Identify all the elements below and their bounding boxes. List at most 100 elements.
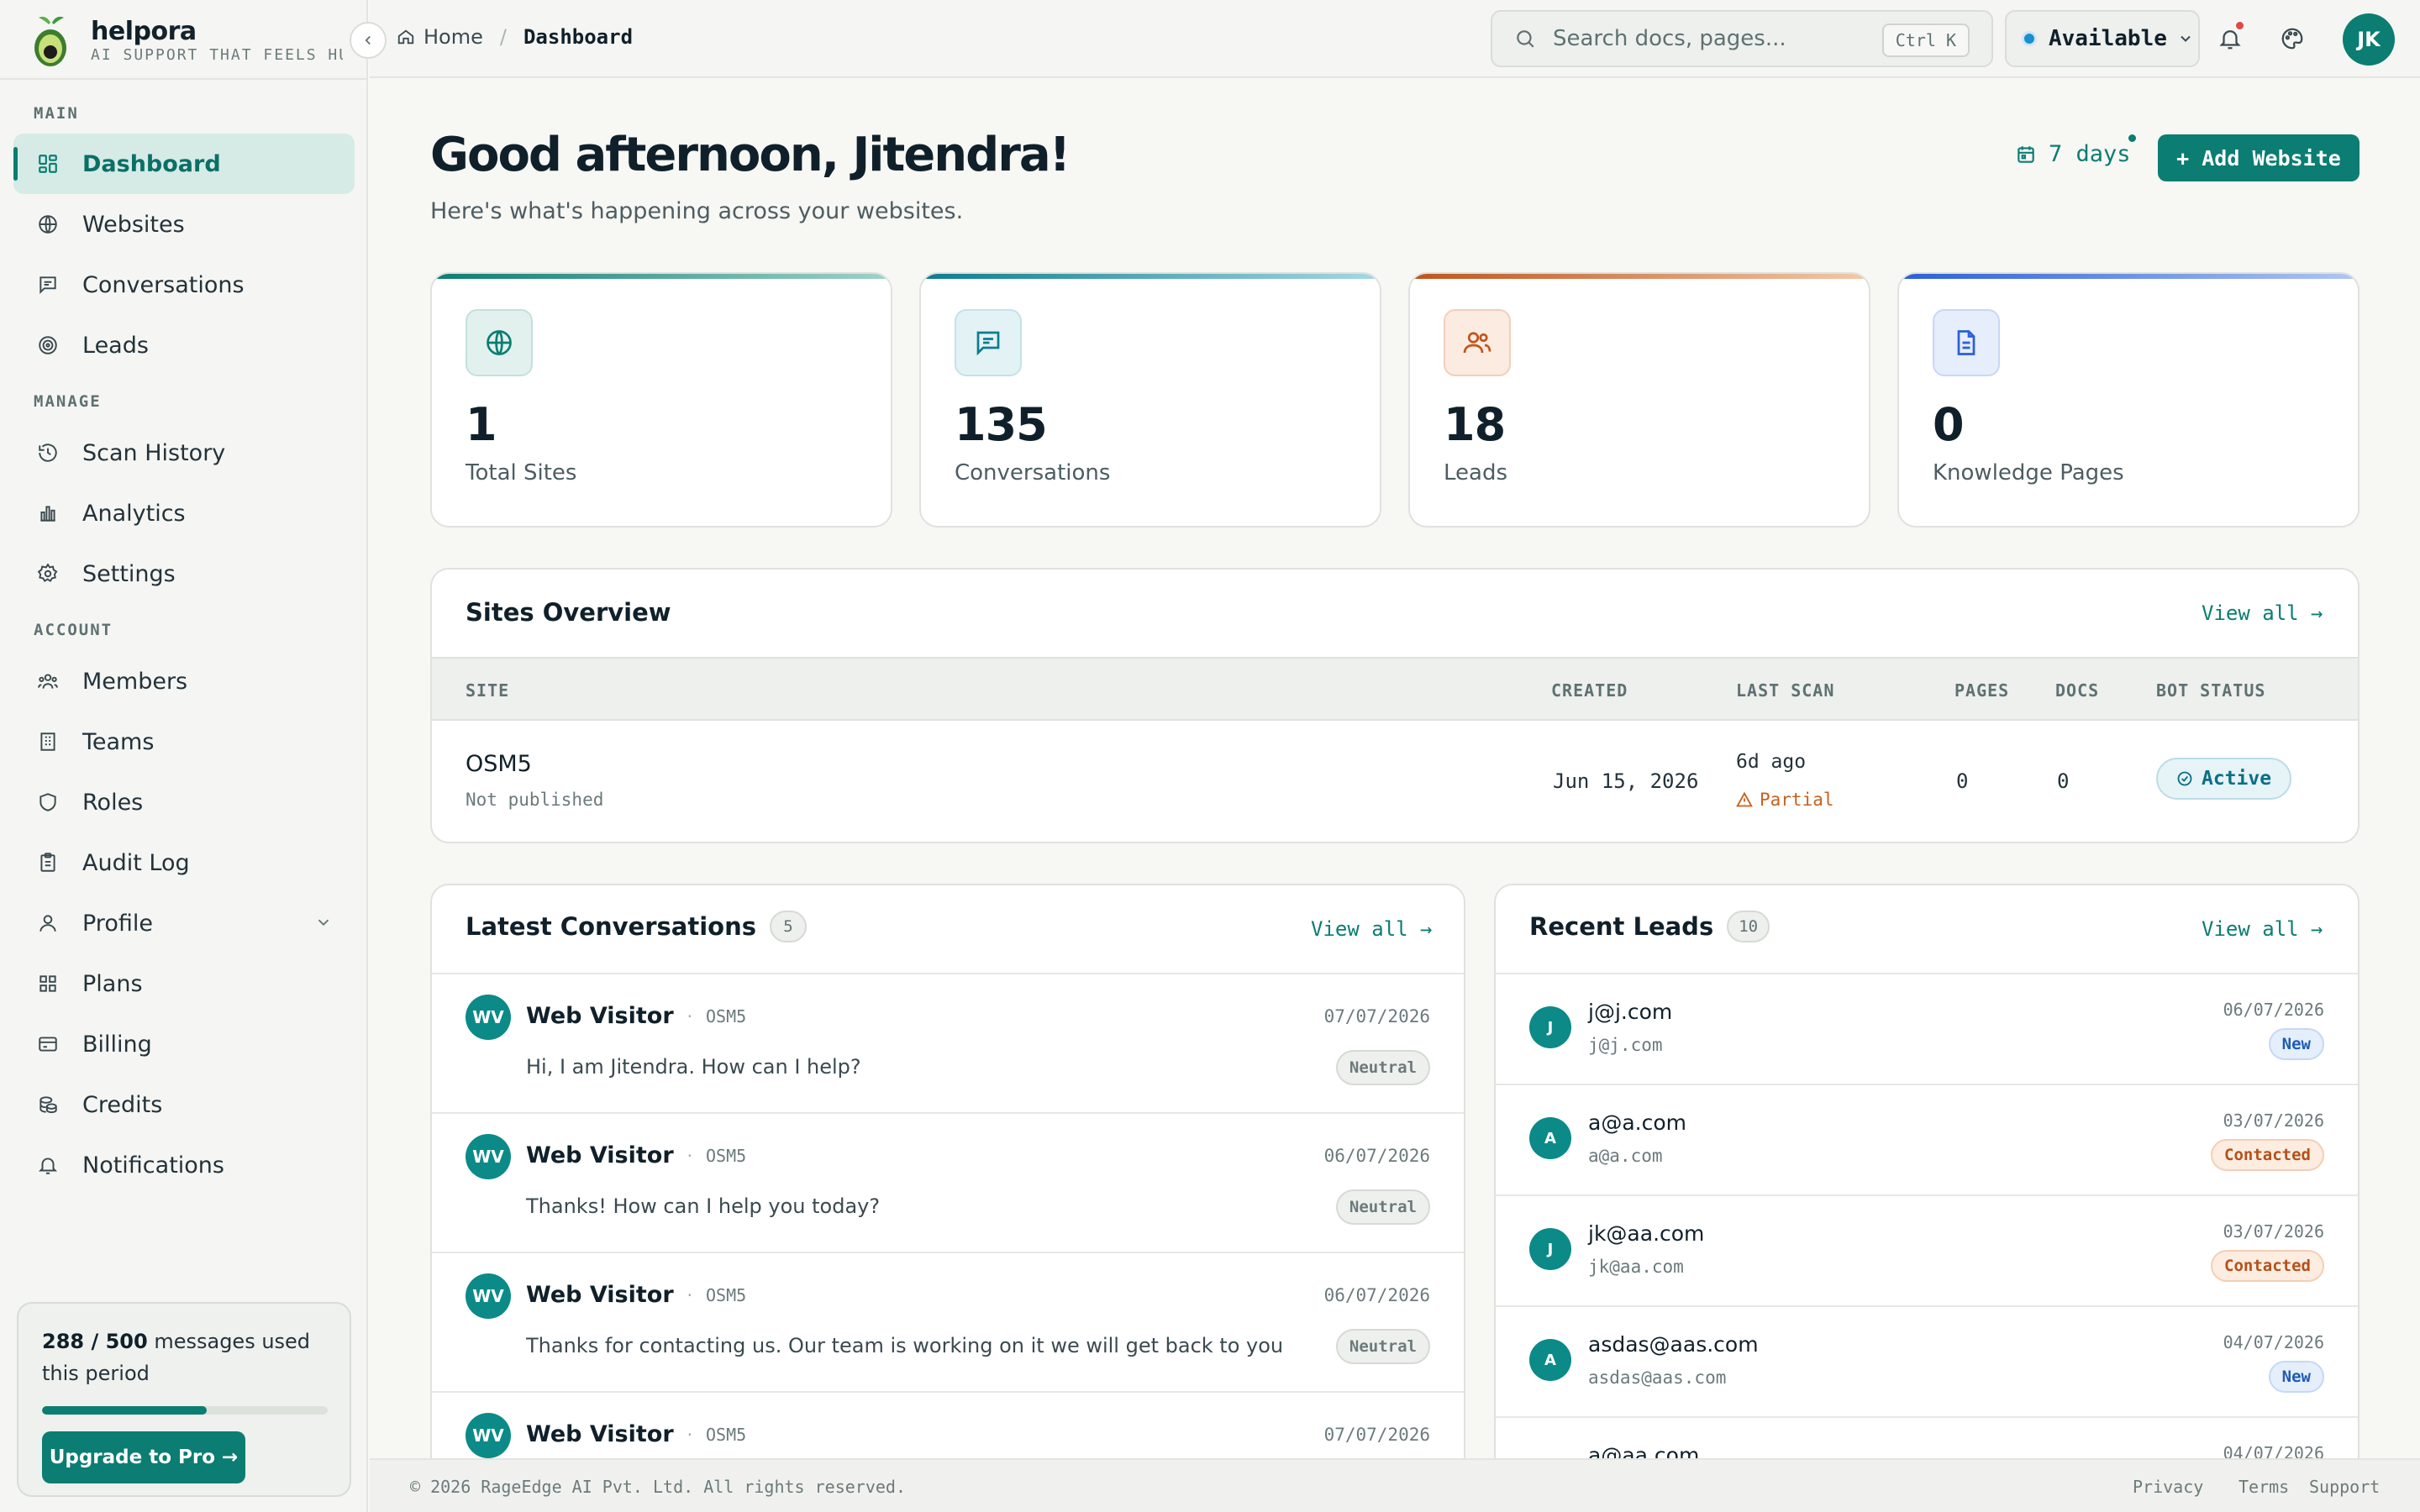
separator-dot: · (687, 1145, 692, 1166)
sites-overview-card: Sites Overview View all → SITE CREATED L… (430, 568, 2360, 843)
sidebar-item-websites[interactable]: Websites (13, 194, 355, 255)
chevron-down-icon[interactable] (314, 913, 333, 932)
column-header-docs[interactable]: DOCS (2055, 680, 2099, 701)
sidebar-item-profile[interactable]: Profile (13, 893, 355, 953)
home-icon[interactable] (397, 28, 415, 46)
latest-conversations-card: Latest Conversations 5 View all → WV Web… (430, 884, 1465, 1512)
globe-icon (466, 309, 533, 376)
building-icon (35, 729, 60, 754)
date-range-button[interactable]: 7 days (2015, 134, 2136, 167)
bell-icon (35, 1152, 60, 1178)
sidebar-item-settings[interactable]: Settings (13, 543, 355, 604)
leads-view-all-link[interactable]: View all → (2202, 917, 2323, 941)
list-item[interactable]: J jk@aa.com jk@aa.com 03/07/2026 Contact… (1496, 1194, 2358, 1305)
list-item[interactable]: WV Web Visitor · OSM5 07/07/2026 Hi, I a… (432, 973, 1464, 1112)
sidebar-item-roles[interactable]: Roles (13, 772, 355, 832)
page-subtitle: Here's what's happening across your webs… (430, 198, 964, 224)
stat-card-knowledge-pages[interactable]: 0 Knowledge Pages (1897, 272, 2360, 528)
sidebar-item-teams[interactable]: Teams (13, 711, 355, 772)
stat-card-leads[interactable]: 18 Leads (1408, 272, 1870, 528)
site-name[interactable]: OSM5 (466, 751, 532, 777)
conversations-view-all-link[interactable]: View all → (1311, 917, 1433, 941)
lead-status-badge: Contacted (2211, 1250, 2324, 1282)
sentiment-badge: Neutral (1335, 1329, 1430, 1364)
brand-name: helpora (91, 17, 197, 46)
footer-link-support[interactable]: Support (2309, 1477, 2380, 1497)
sidebar-item-leads[interactable]: Leads (13, 315, 355, 375)
site-publish-status: Not published (466, 790, 604, 810)
sidebar-item-plans[interactable]: Plans (13, 953, 355, 1014)
lead-email: j@j.com (1588, 1035, 1663, 1055)
column-header-created[interactable]: CREATED (1551, 680, 1628, 701)
collapse-sidebar-button[interactable] (350, 22, 387, 59)
sites-overview-title: Sites Overview (466, 598, 671, 627)
stat-label: Total Sites (466, 460, 577, 486)
lead-email: a@a.com (1588, 1146, 1663, 1166)
sidebar-item-dashboard[interactable]: Dashboard (13, 134, 355, 194)
sidebar-item-label: Settings (82, 560, 176, 587)
sidebar-item-label: Profile (82, 910, 153, 937)
sidebar-item-audit-log[interactable]: Audit Log (13, 832, 355, 893)
stat-card-total-sites[interactable]: 1 Total Sites (430, 272, 892, 528)
sites-table-header: SITE CREATED LAST SCAN PAGES DOCS BOT ST… (432, 657, 2358, 721)
sidebar-item-label: Dashboard (82, 150, 221, 177)
stat-accent-bar (921, 274, 1380, 279)
top-header: Home / Dashboard Search docs, pages... C… (370, 0, 2420, 78)
brand[interactable]: helpora AI SUPPORT THAT FEELS HUMAN (32, 15, 351, 66)
sidebar-item-credits[interactable]: Credits (13, 1074, 355, 1135)
upgrade-button[interactable]: Upgrade to Pro → (42, 1431, 245, 1483)
search-input[interactable]: Search docs, pages... Ctrl K (1491, 10, 1993, 67)
column-header-site[interactable]: SITE (466, 680, 509, 701)
user-avatar[interactable]: JK (2343, 13, 2395, 66)
stat-card-conversations[interactable]: 135 Conversations (919, 272, 1381, 528)
list-item[interactable]: A a@a.com a@a.com 03/07/2026 Contacted (1496, 1084, 2358, 1194)
section-label-account: ACCOUNT (34, 621, 113, 639)
notifications-button[interactable] (2215, 22, 2245, 54)
separator-dot: · (687, 1284, 692, 1305)
scan-state: Partial (1736, 790, 1834, 810)
sidebar-item-conversations[interactable]: Conversations (13, 255, 355, 315)
list-item[interactable]: WV Web Visitor · OSM5 06/07/2026 Thanks … (432, 1252, 1464, 1391)
availability-dropdown[interactable]: Available (2005, 10, 2200, 67)
shield-icon (35, 790, 60, 815)
leads-title-text: Recent Leads (1529, 912, 1714, 941)
grid-icon (35, 971, 60, 996)
conversation-site: OSM5 (706, 1005, 747, 1026)
search-icon (1514, 28, 1536, 50)
lead-name: j@j.com (1588, 1000, 1673, 1024)
column-header-bot-status[interactable]: BOT STATUS (2156, 680, 2265, 701)
site-pages-count: 0 (1956, 769, 1969, 793)
theme-button[interactable] (2277, 24, 2307, 54)
sentiment-badge: Neutral (1335, 1050, 1430, 1085)
sidebar-item-members[interactable]: Members (13, 651, 355, 711)
sidebar-item-notifications[interactable]: Notifications (13, 1135, 355, 1195)
footer-link-privacy[interactable]: Privacy (2133, 1477, 2203, 1497)
breadcrumb-home[interactable]: Home (424, 25, 483, 49)
footer: © 2026 RageEdge AI Pvt. Ltd. All rights … (370, 1458, 2420, 1512)
bot-status-label: Active (2202, 768, 2272, 790)
sites-view-all-link[interactable]: View all → (2202, 601, 2323, 625)
list-item[interactable]: A asdas@aas.com asdas@aas.com 04/07/2026… (1496, 1305, 2358, 1416)
stat-label: Knowledge Pages (1933, 460, 2124, 486)
conversation-site: OSM5 (706, 1424, 747, 1445)
bot-status-badge[interactable]: Active (2156, 758, 2292, 800)
column-header-last-scan[interactable]: LAST SCAN (1736, 680, 1834, 701)
dashboard-icon (35, 151, 60, 176)
sidebar-item-analytics[interactable]: Analytics (13, 483, 355, 543)
scan-state-label: Partial (1760, 790, 1834, 810)
avocado-logo-icon (32, 13, 69, 68)
add-website-button[interactable]: + Add Website (2158, 134, 2360, 181)
recent-leads-card: Recent Leads 10 View all → J j@j.com j@j… (1494, 884, 2360, 1512)
list-item[interactable]: J j@j.com j@j.com 06/07/2026 New (1496, 973, 2358, 1084)
gear-icon (35, 561, 60, 586)
sidebar-item-billing[interactable]: Billing (13, 1014, 355, 1074)
list-item[interactable]: WV Web Visitor · OSM5 06/07/2026 Thanks!… (432, 1112, 1464, 1252)
column-header-pages[interactable]: PAGES (1954, 680, 2009, 701)
stat-value: 18 (1444, 398, 1506, 451)
stat-accent-bar (1899, 274, 2358, 279)
status-dot (2022, 31, 2037, 46)
sidebar-item-scan-history[interactable]: Scan History (13, 423, 355, 483)
sidebar-item-label: Websites (82, 211, 185, 238)
brand-divider (0, 78, 368, 80)
footer-link-terms[interactable]: Terms (2238, 1477, 2289, 1497)
